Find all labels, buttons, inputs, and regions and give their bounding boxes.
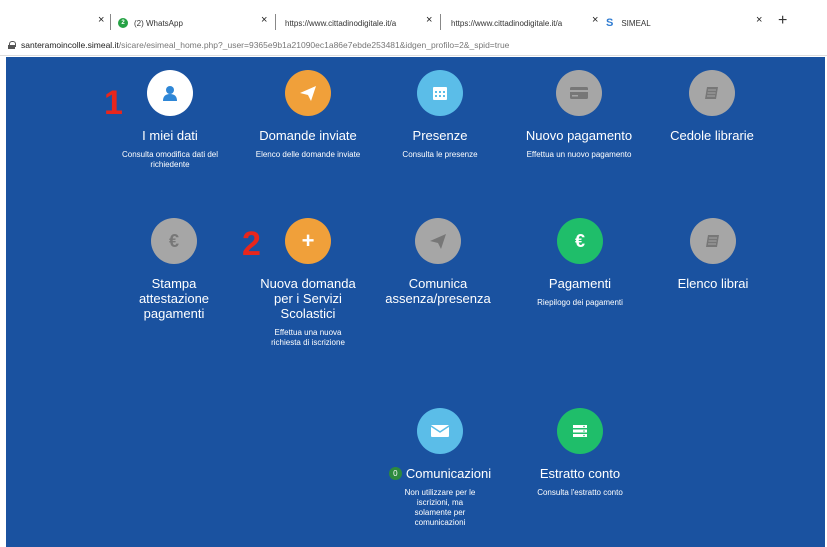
menu-item-domande-inviate[interactable]: Domande inviate Elenco delle domande inv… bbox=[238, 70, 378, 160]
book-icon[interactable] bbox=[689, 70, 735, 116]
menu-item-title[interactable]: I miei dati bbox=[100, 128, 240, 143]
browser-tab-bar: × 2 (2) WhatsApp × https://www.cittadino… bbox=[0, 0, 827, 34]
menu-item-description: Elenco delle domande inviate bbox=[255, 150, 361, 159]
menu-item-miei-dati[interactable]: I miei dati Consulta omodifica dati del … bbox=[100, 70, 240, 170]
close-tab-icon[interactable]: × bbox=[592, 14, 598, 26]
menu-item-title[interactable]: Estratto conto bbox=[510, 466, 650, 481]
menu-item-description: Effettua una nuova richiesta di iscrizio… bbox=[271, 328, 345, 347]
list-icon[interactable] bbox=[557, 408, 603, 454]
menu-item-nuovo-pagamento[interactable]: Nuovo pagamento Effettua un nuovo pagame… bbox=[509, 70, 649, 160]
menu-item-cedole-librarie[interactable]: Cedole librarie bbox=[642, 70, 782, 143]
tab-simeal[interactable]: S SIMEAL × bbox=[606, 13, 766, 33]
envelope-icon[interactable] bbox=[417, 408, 463, 454]
main-content: 1 2 I miei dati Consulta omodifica dati … bbox=[6, 57, 825, 547]
menu-item-description: Consulta l'estratto conto bbox=[537, 488, 623, 497]
credit-card-icon[interactable] bbox=[556, 70, 602, 116]
menu-item-description: Consulta omodifica dati del richiedente bbox=[121, 150, 219, 169]
tab-divider bbox=[440, 14, 441, 30]
menu-item-description: Non utilizzare per le iscrizioni, ma sol… bbox=[404, 488, 476, 528]
close-tab-icon[interactable]: × bbox=[261, 14, 267, 26]
url-path: /sicare/esimeal_home.php?_user=9365e9b1a… bbox=[118, 39, 510, 50]
menu-item-stampa-attestazione[interactable]: € Stampa attestazione pagamenti bbox=[104, 218, 244, 321]
tab-label: (2) WhatsApp bbox=[134, 18, 183, 28]
lock-icon bbox=[8, 40, 16, 49]
paper-plane-icon[interactable] bbox=[415, 218, 461, 264]
tab-divider bbox=[110, 14, 111, 30]
menu-item-comunica-assenza[interactable]: Comunica assenza/presenza bbox=[368, 218, 508, 306]
euro-icon[interactable]: € bbox=[151, 218, 197, 264]
menu-item-title[interactable]: Presenze bbox=[370, 128, 510, 143]
close-tab-icon[interactable]: × bbox=[98, 14, 104, 26]
menu-item-title[interactable]: Nuovo pagamento bbox=[509, 128, 649, 143]
menu-item-description: Consulta le presenze bbox=[402, 150, 478, 159]
close-tab-icon[interactable]: × bbox=[426, 14, 432, 26]
menu-item-title[interactable]: Comunica assenza/presenza bbox=[368, 276, 508, 306]
tab-label: https://www.cittadinodigitale.it/a bbox=[451, 18, 563, 28]
euro-icon[interactable]: € bbox=[557, 218, 603, 264]
whatsapp-icon: 2 bbox=[118, 18, 128, 28]
tab-whatsapp[interactable]: 2 (2) WhatsApp × bbox=[118, 13, 267, 33]
tab-cittadino-2[interactable]: https://www.cittadinodigitale.it/a × bbox=[451, 13, 598, 33]
plus-icon[interactable]: + bbox=[285, 218, 331, 264]
menu-item-title[interactable]: Cedole librarie bbox=[642, 128, 782, 143]
url-host: santeramoincolle.simeal.it bbox=[21, 39, 119, 50]
book-icon[interactable] bbox=[690, 218, 736, 264]
menu-item-nuova-domanda[interactable]: + Nuova domanda per i Servizi Scolastici… bbox=[238, 218, 378, 348]
menu-item-comunicazioni[interactable]: 0 Comunicazioni Non utilizzare per le isc… bbox=[370, 408, 510, 528]
user-icon[interactable] bbox=[147, 70, 193, 116]
menu-item-title[interactable]: Pagamenti bbox=[510, 276, 650, 291]
tab-cittadino-1[interactable]: https://www.cittadinodigitale.it/a × bbox=[285, 13, 432, 33]
menu-item-description: Effettua un nuovo pagamento bbox=[526, 150, 632, 159]
menu-item-elenco-librai[interactable]: Elenco librai bbox=[643, 218, 783, 291]
calendar-icon[interactable] bbox=[417, 70, 463, 116]
menu-item-title[interactable]: Elenco librai bbox=[643, 276, 783, 291]
tab-label: SIMEAL bbox=[621, 18, 651, 28]
simeal-logo-icon: S bbox=[606, 17, 614, 29]
menu-item-pagamenti[interactable]: € Pagamenti Riepilogo dei pagamenti bbox=[510, 218, 650, 308]
address-bar[interactable]: santeramoincolle.simeal.it/sicare/esimea… bbox=[0, 34, 827, 56]
menu-item-title[interactable]: Nuova domanda per i Servizi Scolastici bbox=[238, 276, 378, 321]
tab-divider bbox=[275, 14, 276, 30]
close-tab-icon[interactable]: × bbox=[756, 14, 762, 26]
menu-item-title[interactable]: Stampa attestazione pagamenti bbox=[104, 276, 244, 321]
menu-item-title[interactable]: 0 Comunicazioni bbox=[370, 466, 510, 481]
menu-item-title[interactable]: Domande inviate bbox=[238, 128, 378, 143]
unread-count-badge: 0 bbox=[388, 467, 402, 481]
paper-plane-icon[interactable] bbox=[285, 70, 331, 116]
menu-item-estratto-conto[interactable]: Estratto conto Consulta l'estratto conto bbox=[510, 408, 650, 498]
menu-item-presenze[interactable]: Presenze Consulta le presenze bbox=[370, 70, 510, 160]
menu-item-title-text: Comunicazioni bbox=[405, 466, 492, 481]
new-tab-button[interactable]: + bbox=[778, 12, 787, 30]
menu-item-description: Riepilogo dei pagamenti bbox=[537, 298, 623, 307]
tab-label: https://www.cittadinodigitale.it/a bbox=[285, 18, 397, 28]
